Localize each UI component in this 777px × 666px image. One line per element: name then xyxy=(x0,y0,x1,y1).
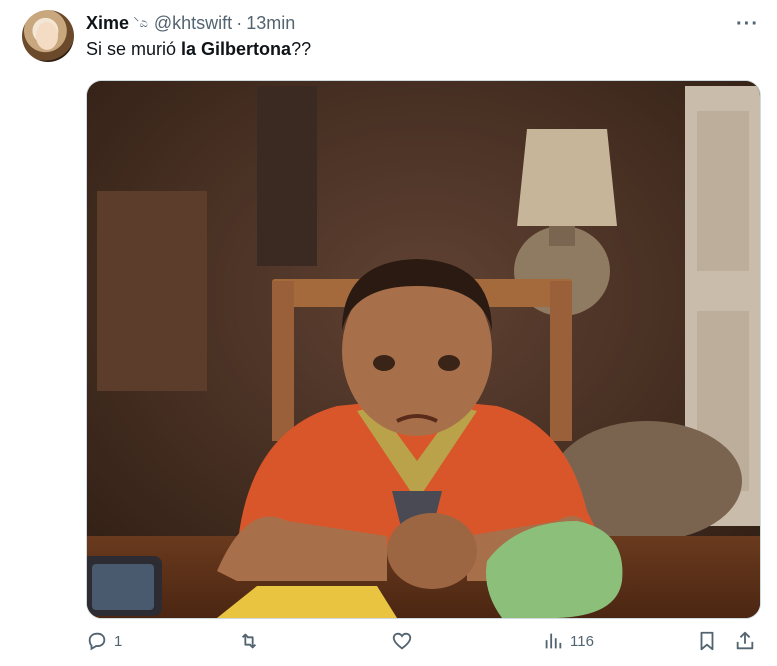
views-icon xyxy=(545,633,562,649)
like-button[interactable] xyxy=(391,630,419,652)
tweet-text-part1: Si se murió xyxy=(86,39,182,59)
tweet-text: Si se murió la Gilbertona?? xyxy=(86,39,311,60)
retweet-button[interactable] xyxy=(238,630,266,652)
avatar[interactable] xyxy=(22,10,74,62)
name-emoji: ⸌ಎ xyxy=(133,15,148,30)
bookmark-icon xyxy=(700,631,714,651)
more-options-icon[interactable]: ··· xyxy=(736,13,759,36)
heart-icon xyxy=(392,632,412,650)
views-count: 116 xyxy=(570,632,594,650)
tweet-text-part2: ?? xyxy=(291,39,312,59)
display-name[interactable]: Xime xyxy=(86,13,129,34)
user-handle[interactable]: @khtswift xyxy=(154,13,232,34)
tweet-header: Xime ⸌ಎ @khtswift · 13min xyxy=(86,12,295,34)
retweet-icon xyxy=(241,633,257,649)
media-photo xyxy=(87,81,760,618)
tweet-text-bold: la Gilbertona xyxy=(181,39,292,59)
reply-count: 1 xyxy=(114,632,123,650)
tweet-media[interactable] xyxy=(86,80,761,619)
separator: · xyxy=(236,12,243,33)
action-bar: 1 116 xyxy=(86,630,766,660)
share-button[interactable] xyxy=(734,630,756,652)
timestamp[interactable]: 13min xyxy=(246,13,295,34)
reply-icon xyxy=(88,632,106,651)
bookmark-button[interactable] xyxy=(696,630,718,652)
reply-button[interactable]: 1 xyxy=(86,630,122,652)
tweet[interactable]: Xime ⸌ಎ @khtswift · 13min ··· Si se muri… xyxy=(0,0,777,666)
views-button[interactable]: 116 xyxy=(542,630,594,652)
share-icon xyxy=(736,631,754,650)
